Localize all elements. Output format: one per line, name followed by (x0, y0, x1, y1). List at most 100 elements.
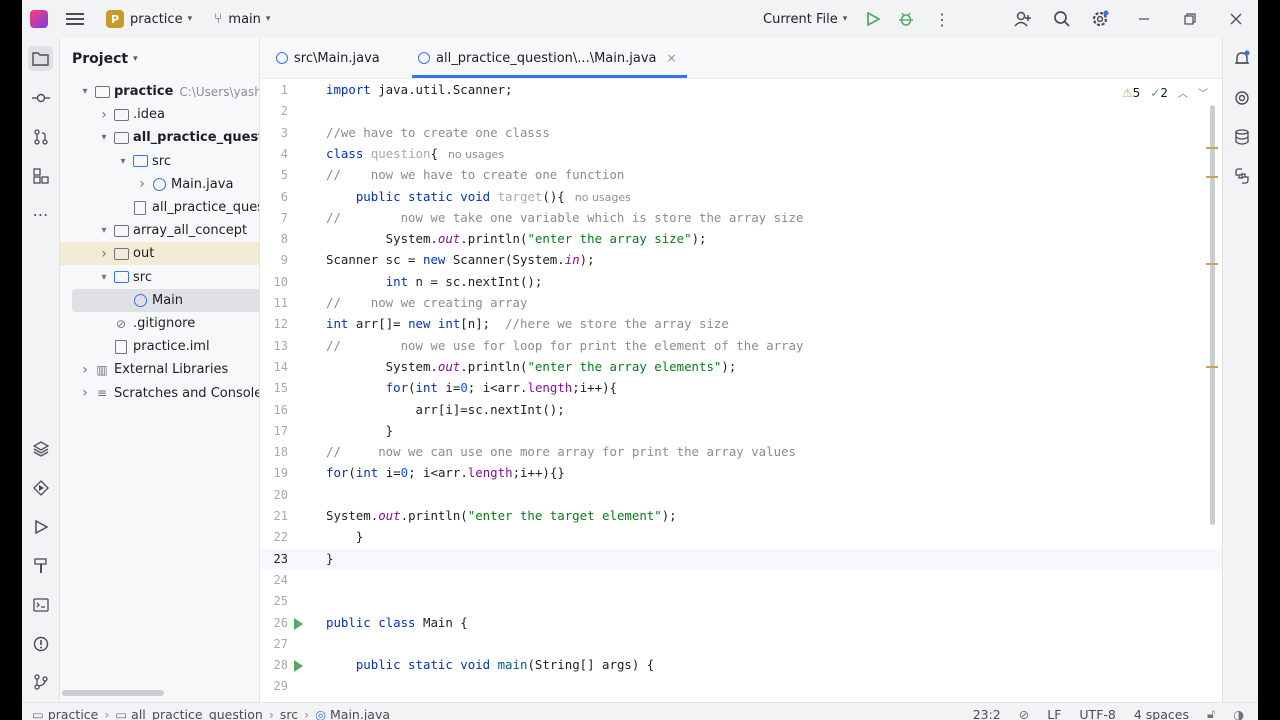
structure-icon[interactable] (28, 163, 53, 188)
line-number[interactable]: 6 (260, 190, 288, 204)
code-line[interactable]: import java.util.Scanner; (326, 82, 513, 97)
line-number[interactable]: 12 (260, 317, 288, 331)
notifications-bell-icon[interactable] (1229, 46, 1254, 71)
build-hammer-icon[interactable] (28, 553, 53, 578)
tree-item[interactable]: ▾ src (60, 266, 259, 289)
no-edit-icon[interactable]: ⊘ (1019, 707, 1029, 720)
line-number[interactable]: 2 (260, 104, 288, 118)
main-menu-icon[interactable] (66, 0, 84, 38)
lock-icon[interactable]: 🔓︎ (1207, 706, 1215, 720)
line-number[interactable]: 10 (260, 275, 288, 289)
chevron-right-icon[interactable]: › (78, 385, 92, 401)
inspection-widget[interactable]: ⚠5 ✓2 ︿ ﹀ (1122, 85, 1208, 101)
chevron-right-icon[interactable]: › (97, 107, 111, 123)
code-line[interactable]: System.out.println("enter the array size… (326, 231, 707, 246)
line-number[interactable]: 15 (260, 381, 288, 395)
problems-icon[interactable] (28, 631, 53, 656)
chevron-right-icon[interactable]: › (97, 246, 111, 262)
code-line[interactable]: public class Main { (326, 615, 468, 630)
tree-item[interactable]: › ≡ Scratches and Consoles (60, 382, 259, 405)
line-number[interactable]: 16 (260, 403, 288, 417)
breadcrumb-item[interactable]: src (280, 707, 298, 720)
tree-item[interactable]: ▾ practice C:\Users\yash (60, 80, 259, 103)
tree-item[interactable]: › .idea (60, 103, 259, 126)
code-line[interactable]: // now we use for loop for print the ele… (326, 338, 803, 353)
tab-src-main-java[interactable]: src\Main.java (272, 38, 380, 78)
code-line[interactable]: } (326, 423, 393, 438)
code-line[interactable]: System.out.println("enter the array elem… (326, 359, 737, 374)
editor-vertical-scrollbar[interactable] (1210, 105, 1215, 525)
warning-marker[interactable] (1206, 176, 1218, 178)
code-line[interactable]: // now we take one variable which is sto… (326, 210, 803, 225)
line-number[interactable]: 20 (260, 488, 288, 502)
code-line[interactable]: // now we creating array (326, 295, 527, 310)
more-tools-icon[interactable]: ⋯ (28, 202, 53, 227)
line-number[interactable]: 17 (260, 424, 288, 438)
warning-marker[interactable] (1206, 147, 1218, 149)
chevron-down-icon[interactable]: ▾ (97, 225, 111, 236)
code-line[interactable]: for(int i=0; i<arr.length;i++){ (326, 380, 617, 395)
run-config-selector[interactable]: Current File ▾ (763, 0, 847, 38)
breadcrumb-item[interactable]: Main.java (330, 707, 390, 720)
code-line[interactable]: } (326, 551, 333, 566)
line-number[interactable]: 8 (260, 232, 288, 246)
project-switcher[interactable]: P practice ▾ (106, 0, 192, 38)
line-number[interactable]: 19 (260, 466, 288, 480)
layers-icon[interactable] (28, 436, 53, 461)
breadcrumb-item[interactable]: practice (48, 707, 99, 720)
line-number[interactable]: 27 (260, 637, 288, 651)
line-number[interactable]: 7 (260, 211, 288, 225)
app-logo-icon[interactable] (30, 0, 48, 38)
warning-marker[interactable] (1206, 366, 1218, 368)
python-console-icon[interactable] (1229, 163, 1254, 188)
line-number[interactable]: 5 (260, 168, 288, 182)
caret-position[interactable]: 23:2 (973, 707, 1001, 720)
project-panel-header[interactable]: Project ▾ (60, 38, 259, 80)
code-line[interactable]: arr[i]=sc.nextInt(); (326, 402, 565, 417)
line-separator[interactable]: LF (1047, 707, 1061, 720)
line-number[interactable]: 28 (260, 658, 288, 672)
code-line[interactable]: Scanner sc = new Scanner(System.in); (326, 252, 595, 267)
line-number[interactable]: 13 (260, 339, 288, 353)
tree-item[interactable]: all_practice_questi (60, 196, 259, 219)
tab-all-practice-main-java[interactable]: all_practice_question\...\Main.java × (412, 38, 687, 78)
ai-assistant-icon[interactable] (1229, 85, 1254, 110)
database-icon[interactable] (1229, 124, 1254, 149)
run-gutter-icon[interactable] (294, 660, 303, 673)
file-encoding[interactable]: UTF-8 (1079, 707, 1115, 720)
add-user-icon[interactable] (1014, 0, 1032, 38)
code-line[interactable]: class question{no usages (326, 146, 504, 161)
maximize-icon[interactable] (1184, 0, 1196, 38)
debug-icon[interactable] (898, 0, 914, 38)
code-line[interactable]: int n = sc.nextInt(); (326, 274, 543, 289)
code-line[interactable]: public static void main(String[] args) { (326, 657, 654, 672)
chevron-right-icon[interactable]: › (78, 362, 92, 378)
line-number[interactable]: 9 (260, 253, 288, 267)
warnings-indicator[interactable]: ⚠5 (1122, 86, 1140, 100)
code-line[interactable]: for(int i=0; i<arr.length;i++){} (326, 465, 565, 480)
line-number[interactable]: 11 (260, 296, 288, 310)
chevron-right-icon[interactable]: › (135, 176, 149, 192)
tree-item[interactable]: ⊘ .gitignore (60, 312, 259, 335)
close-window-icon[interactable] (1230, 0, 1242, 38)
chevron-down-icon[interactable]: ﹀ (1198, 85, 1208, 100)
code-line[interactable]: public static void target(){no usages (326, 189, 631, 204)
breadcrumb-item[interactable]: all_practice_question (131, 707, 263, 720)
run-tool-icon[interactable] (28, 514, 53, 539)
tree-item[interactable]: › Main.java (60, 173, 259, 196)
terminal-icon[interactable] (28, 592, 53, 617)
code-line[interactable]: } (326, 529, 363, 544)
tree-item[interactable]: › out (60, 242, 259, 266)
tree-item[interactable]: practice.iml (60, 335, 259, 358)
code-line[interactable]: int arr[]= new int[n]; //here we store t… (326, 316, 729, 331)
git-icon[interactable] (28, 669, 53, 694)
tree-item[interactable]: ▾ src (60, 150, 259, 173)
ok-indicator[interactable]: ✓2 (1150, 86, 1168, 100)
more-actions-icon[interactable]: ⋮ (934, 0, 950, 38)
line-number[interactable]: 1 (260, 83, 288, 97)
chevron-down-icon[interactable]: ▾ (97, 272, 111, 283)
line-number[interactable]: 29 (260, 679, 288, 693)
line-number[interactable]: 23 (260, 552, 288, 566)
project-tool-icon[interactable] (28, 46, 53, 71)
code-line[interactable]: System.out.println("enter the target ele… (326, 508, 677, 523)
